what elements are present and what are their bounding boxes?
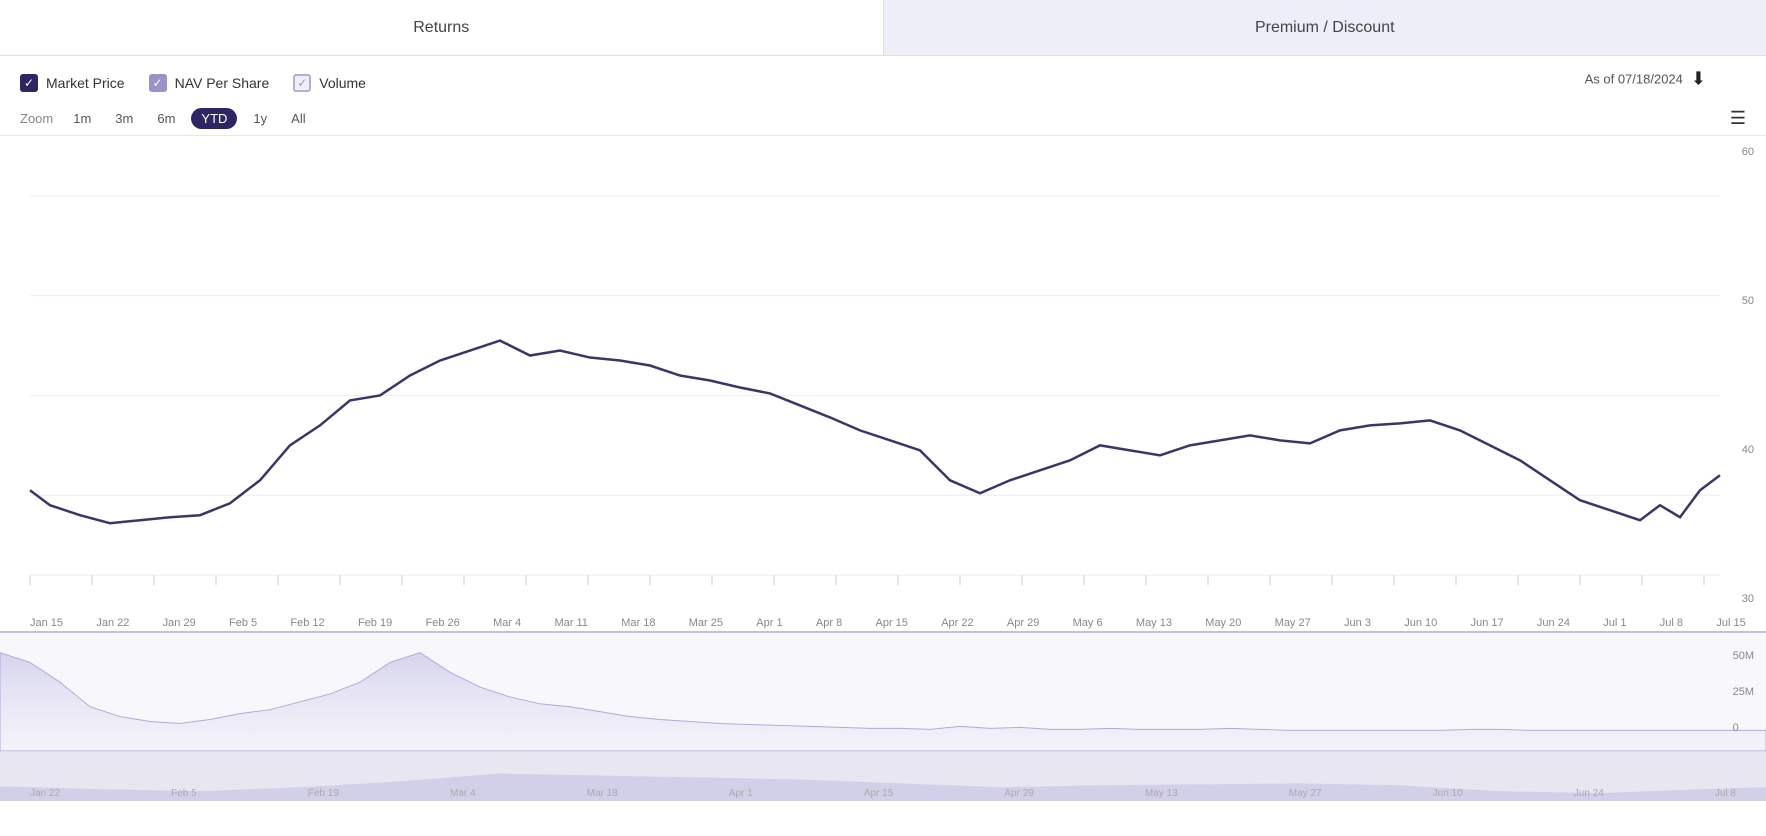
x-label-feb12: Feb 12 xyxy=(290,617,324,629)
x-label-may6: May 6 xyxy=(1073,617,1103,629)
legend-volume[interactable]: ✓ Volume xyxy=(293,74,366,92)
legend-nav-per-share[interactable]: ✓ NAV Per Share xyxy=(149,74,270,92)
mini-may13: May 13 xyxy=(1145,788,1178,799)
market-price-label: Market Price xyxy=(46,75,125,91)
zoom-ytd[interactable]: YTD xyxy=(191,108,237,129)
mini-jul8: Jul 8 xyxy=(1715,788,1736,799)
price-chart-svg xyxy=(0,136,1766,615)
x-label-apr22: Apr 22 xyxy=(941,617,973,629)
mini-jun24: Jun 24 xyxy=(1574,788,1604,799)
x-label-feb5: Feb 5 xyxy=(229,617,257,629)
checkmark-icon-3: ✓ xyxy=(297,77,307,89)
vol-label-25m: 25M xyxy=(1733,686,1754,698)
legend-row: ✓ Market Price ✓ NAV Per Share ✓ Volume … xyxy=(0,56,1766,102)
market-price-checkbox[interactable]: ✓ xyxy=(20,74,38,92)
x-label-jun10: Jun 10 xyxy=(1404,617,1437,629)
x-label-jan15: Jan 15 xyxy=(30,617,63,629)
x-label-jan22: Jan 22 xyxy=(96,617,129,629)
x-label-apr1: Apr 1 xyxy=(756,617,782,629)
nav-per-share-checkbox[interactable]: ✓ xyxy=(149,74,167,92)
as-of-text: As of 07/18/2024 xyxy=(1585,72,1683,87)
nav-per-share-label: NAV Per Share xyxy=(175,75,270,91)
as-of-date: As of 07/18/2024 ⬇ xyxy=(1585,69,1706,90)
mini-apr29: Apr 29 xyxy=(1004,788,1033,799)
x-label-may13: May 13 xyxy=(1136,617,1172,629)
x-label-jan29: Jan 29 xyxy=(163,617,196,629)
mini-feb19: Feb 19 xyxy=(308,788,339,799)
zoom-all[interactable]: All xyxy=(283,108,313,129)
tab-bar: Returns Premium / Discount xyxy=(0,0,1766,56)
x-label-mar11: Mar 11 xyxy=(554,617,587,629)
zoom-3m[interactable]: 3m xyxy=(107,108,141,129)
download-icon[interactable]: ⬇ xyxy=(1691,69,1706,90)
x-axis-labels: Jan 15 Jan 22 Jan 29 Feb 5 Feb 12 Feb 19… xyxy=(0,615,1766,631)
hamburger-icon[interactable]: ☰ xyxy=(1730,108,1746,129)
x-label-jun3: Jun 3 xyxy=(1344,617,1371,629)
mini-feb5: Feb 5 xyxy=(171,788,197,799)
main-chart-area: 60 50 40 30 xyxy=(0,135,1766,615)
x-label-mar4: Mar 4 xyxy=(493,617,521,629)
volume-checkbox[interactable]: ✓ xyxy=(293,74,311,92)
volume-chart-svg xyxy=(0,633,1766,751)
mini-apr1: Apr 1 xyxy=(729,788,753,799)
volume-y-labels: 50M 25M 0 xyxy=(1733,633,1754,751)
tab-returns[interactable]: Returns xyxy=(0,0,884,55)
checkmark-icon: ✓ xyxy=(24,77,34,89)
tab-premium-discount[interactable]: Premium / Discount xyxy=(884,0,1766,55)
vol-label-50m: 50M xyxy=(1733,650,1754,662)
mini-jan22: Jan 22 xyxy=(30,788,60,799)
x-label-mar25: Mar 25 xyxy=(689,617,723,629)
minimap-labels: Jan 22 Feb 5 Feb 19 Mar 4 Mar 18 Apr 1 A… xyxy=(30,788,1736,799)
mini-mar18: Mar 18 xyxy=(587,788,618,799)
x-label-jul15: Jul 15 xyxy=(1716,617,1745,629)
x-label-apr15: Apr 15 xyxy=(875,617,907,629)
checkmark-icon-2: ✓ xyxy=(153,77,163,89)
x-label-feb19: Feb 19 xyxy=(358,617,392,629)
vol-label-0: 0 xyxy=(1733,722,1754,734)
zoom-1y[interactable]: 1y xyxy=(245,108,275,129)
volume-label: Volume xyxy=(319,75,366,91)
mini-may27: May 27 xyxy=(1289,788,1322,799)
x-label-may20: May 20 xyxy=(1205,617,1241,629)
zoom-1m[interactable]: 1m xyxy=(65,108,99,129)
x-label-apr29: Apr 29 xyxy=(1007,617,1039,629)
zoom-6m[interactable]: 6m xyxy=(149,108,183,129)
x-label-apr8: Apr 8 xyxy=(816,617,842,629)
volume-chart-area: 50M 25M 0 xyxy=(0,631,1766,751)
x-label-jun24: Jun 24 xyxy=(1537,617,1570,629)
zoom-row: Zoom 1m 3m 6m YTD 1y All ☰ xyxy=(0,102,1766,135)
legend-market-price[interactable]: ✓ Market Price xyxy=(20,74,125,92)
x-label-mar18: Mar 18 xyxy=(621,617,655,629)
x-label-jul1: Jul 1 xyxy=(1603,617,1626,629)
mini-jun10: Jun 10 xyxy=(1433,788,1463,799)
mini-mar4: Mar 4 xyxy=(450,788,476,799)
mini-apr15: Apr 15 xyxy=(864,788,893,799)
x-label-may27: May 27 xyxy=(1275,617,1311,629)
x-label-jul8: Jul 8 xyxy=(1660,617,1683,629)
x-label-feb26: Feb 26 xyxy=(426,617,460,629)
zoom-label: Zoom xyxy=(20,111,53,126)
minimap[interactable]: Jan 22 Feb 5 Feb 19 Mar 4 Mar 18 Apr 1 A… xyxy=(0,751,1766,801)
x-label-jun17: Jun 17 xyxy=(1471,617,1504,629)
